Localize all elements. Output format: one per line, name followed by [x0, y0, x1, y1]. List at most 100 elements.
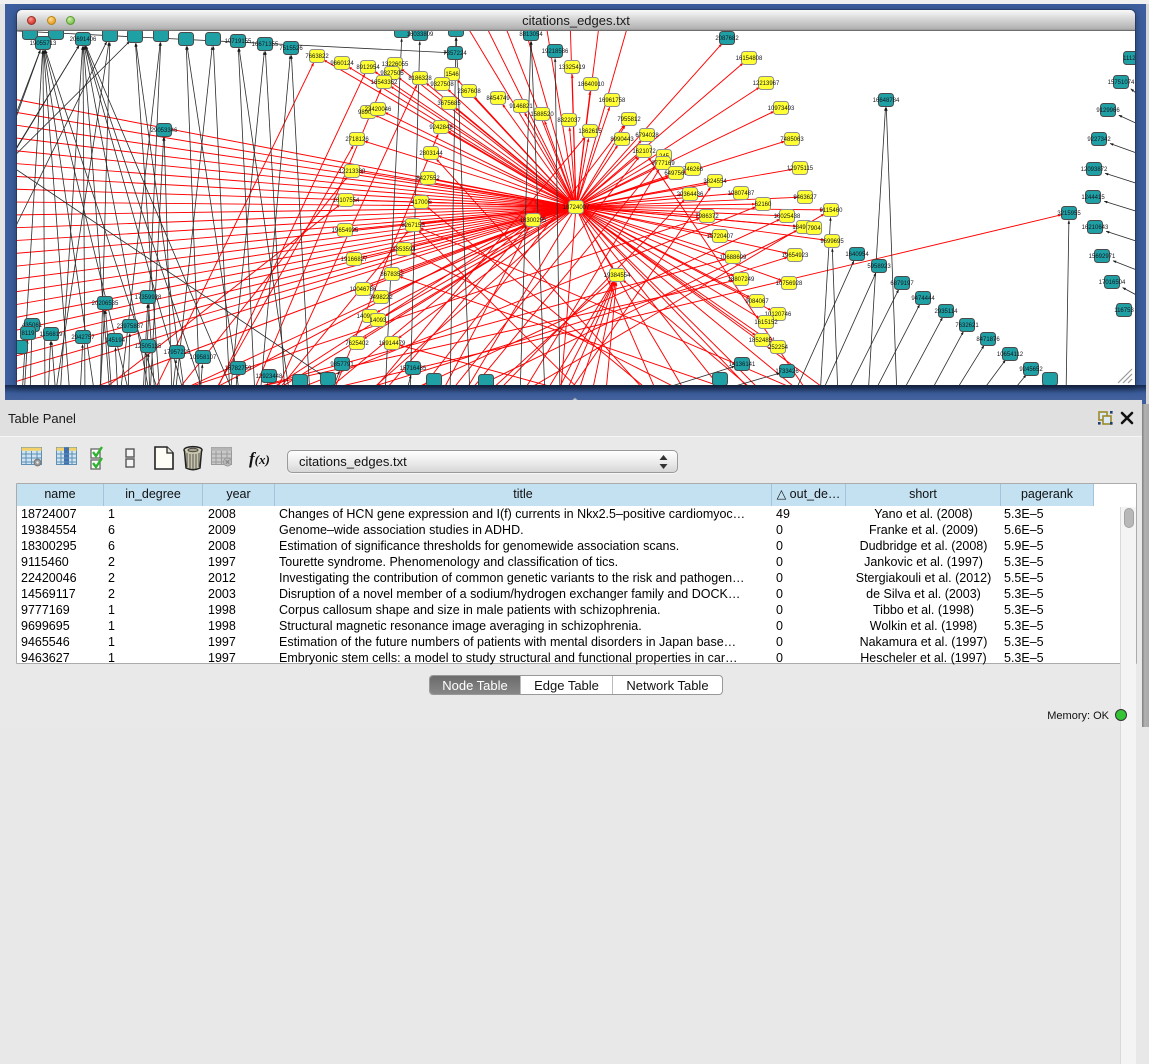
svg-text:1733426: 1733426 [775, 369, 799, 375]
svg-text:19384554: 19384554 [604, 273, 631, 279]
svg-text:16543362: 16543362 [371, 80, 398, 86]
svg-text:15751074: 15751074 [1108, 80, 1135, 86]
svg-text:12923448: 12923448 [256, 374, 283, 380]
svg-text:1615152: 1615152 [754, 320, 778, 326]
svg-text:9115460: 9115460 [820, 208, 844, 214]
svg-text:1362615: 1362615 [578, 129, 602, 135]
svg-text:10756928: 10756928 [776, 281, 803, 287]
svg-text:1640954: 1640954 [845, 252, 869, 258]
svg-text:5958923: 5958923 [867, 264, 891, 270]
svg-text:10046786: 10046786 [350, 287, 377, 293]
svg-text:9474444: 9474444 [911, 296, 935, 302]
svg-text:7955812: 7955812 [617, 117, 641, 123]
svg-text:12975115: 12975115 [787, 166, 814, 172]
svg-text:12093872: 12093872 [1081, 167, 1108, 173]
svg-text:9084067: 9084067 [745, 299, 769, 305]
svg-text:23975887: 23975887 [117, 324, 144, 330]
svg-text:14136141: 14136141 [729, 362, 756, 368]
svg-text:10807487: 10807487 [728, 191, 755, 197]
svg-text:12505135: 12505135 [135, 344, 162, 350]
svg-text:7904: 7904 [807, 226, 821, 232]
svg-text:62160: 62160 [755, 202, 772, 208]
svg-text:12213389: 12213389 [339, 169, 366, 175]
svg-text:8990443: 8990443 [610, 137, 634, 143]
svg-text:1244415: 1244415 [1081, 195, 1105, 201]
svg-text:252254: 252254 [768, 345, 789, 351]
svg-text:19166827: 19166827 [341, 257, 368, 263]
svg-text:18724007: 18724007 [563, 205, 590, 211]
svg-text:23420046: 23420046 [365, 107, 392, 113]
svg-text:29053346: 29053346 [151, 128, 178, 134]
svg-text:9857791: 9857791 [330, 362, 354, 368]
svg-text:145194: 145194 [105, 338, 126, 344]
svg-text:8912954: 8912954 [356, 65, 380, 71]
svg-text:1621072: 1621072 [632, 149, 656, 155]
svg-text:15720407: 15720407 [707, 234, 734, 240]
svg-text:2718126: 2718126 [345, 137, 369, 143]
svg-text:8186328: 8186328 [408, 76, 432, 82]
svg-text:2803144: 2803144 [419, 151, 443, 157]
svg-text:16961758: 16961758 [599, 98, 626, 104]
svg-text:7632621: 7632621 [955, 323, 979, 329]
svg-text:16671355: 16671355 [252, 42, 279, 48]
svg-text:15692971: 15692971 [1089, 254, 1116, 260]
svg-text:15716485: 15716485 [400, 366, 427, 372]
svg-text:20206535: 20206535 [92, 301, 119, 307]
svg-text:16210643: 16210643 [1082, 225, 1109, 231]
svg-text:8678352: 8678352 [380, 272, 404, 278]
svg-text:417006: 417006 [411, 200, 432, 206]
svg-text:8119: 8119 [22, 331, 36, 337]
svg-text:7986372: 7986372 [695, 214, 719, 220]
svg-text:2087682: 2087682 [715, 36, 739, 42]
svg-text:3675685: 3675685 [437, 101, 461, 107]
svg-text:8267150: 8267150 [401, 223, 425, 229]
svg-text:20364436: 20364436 [677, 192, 704, 198]
svg-text:16648784: 16648784 [873, 98, 900, 104]
svg-text:16033809: 16033809 [407, 32, 434, 38]
svg-text:3824554: 3824554 [703, 179, 727, 185]
svg-text:10958107: 10958107 [190, 355, 217, 361]
svg-text:8322037: 8322037 [557, 118, 581, 124]
svg-text:8813054: 8813054 [519, 32, 543, 38]
svg-text:2935114: 2935114 [935, 309, 959, 315]
svg-text:10654112: 10654112 [997, 352, 1024, 358]
svg-text:8454749: 8454749 [486, 96, 510, 102]
svg-text:9245652: 9245652 [1019, 367, 1043, 373]
svg-text:9699695: 9699695 [820, 239, 844, 245]
svg-text:18640910: 18640910 [578, 82, 605, 88]
svg-text:9463627: 9463627 [793, 195, 817, 201]
svg-text:12213967: 12213967 [753, 81, 780, 87]
svg-text:9242848: 9242848 [429, 125, 453, 131]
svg-text:19654923: 19654923 [782, 253, 809, 259]
svg-text:1353594: 1353594 [392, 247, 416, 253]
svg-text:6879197: 6879197 [890, 281, 914, 287]
svg-text:116753: 116753 [1114, 308, 1134, 314]
svg-text:18807249: 18807249 [728, 277, 755, 283]
svg-text:2942757: 2942757 [71, 335, 95, 341]
svg-text:16914479: 16914479 [379, 341, 406, 347]
svg-text:10025438: 10025438 [774, 214, 801, 220]
svg-text:10973493: 10973493 [768, 106, 795, 112]
svg-text:11125: 11125 [1123, 56, 1135, 62]
svg-text:746266: 746266 [683, 167, 704, 173]
svg-text:9327508: 9327508 [430, 82, 454, 88]
svg-text:1588520: 1588520 [530, 112, 554, 118]
svg-text:17957225: 17957225 [164, 350, 191, 356]
svg-text:10688609: 10688609 [720, 255, 747, 261]
svg-text:16154808: 16154808 [736, 56, 763, 62]
svg-text:7485063: 7485063 [780, 137, 804, 143]
svg-text:10107554: 10107554 [333, 198, 360, 204]
svg-text:9129966: 9129966 [1096, 108, 1120, 114]
svg-text:8427552: 8427552 [416, 176, 440, 182]
svg-text:17359928: 17359928 [135, 295, 162, 301]
svg-text:9146821: 9146821 [509, 104, 533, 110]
svg-text:13325419: 13325419 [559, 65, 586, 71]
svg-text:18300295: 18300295 [520, 218, 547, 224]
svg-text:7625402: 7625402 [345, 341, 369, 347]
svg-text:19654925: 19654925 [332, 228, 359, 234]
svg-text:20691406: 20691406 [70, 37, 97, 43]
svg-text:10719155: 10719155 [225, 39, 252, 45]
svg-text:2367608: 2367608 [457, 89, 481, 95]
svg-text:7515526: 7515526 [279, 46, 303, 52]
svg-text:16782759: 16782759 [225, 366, 252, 372]
